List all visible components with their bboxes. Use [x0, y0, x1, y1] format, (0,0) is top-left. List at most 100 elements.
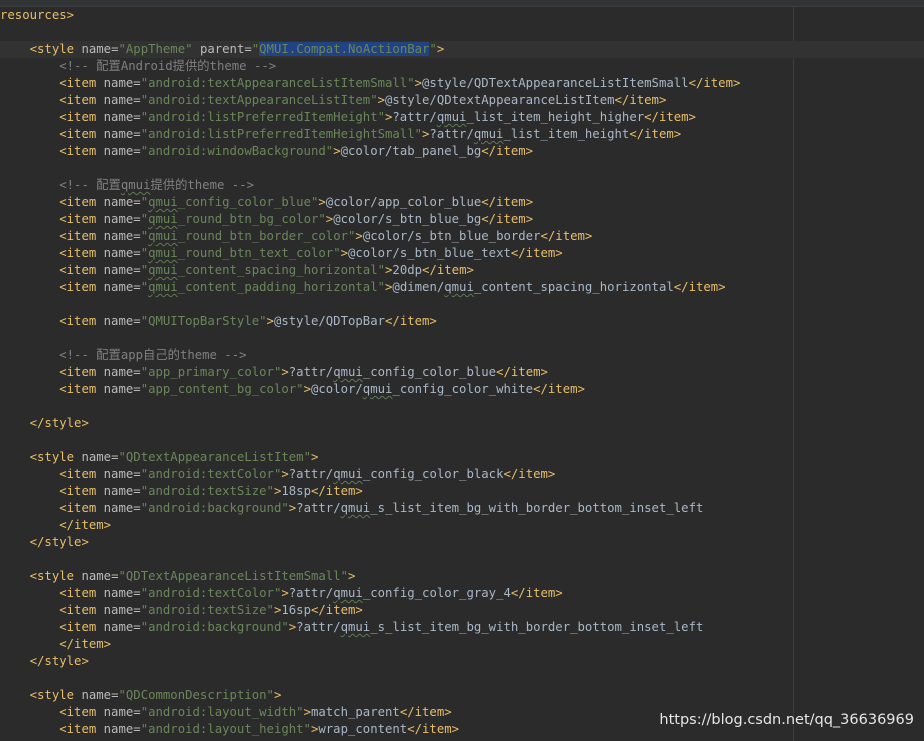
code-token-tag: <item: [59, 212, 104, 226]
code-line[interactable]: <item name="android:background">?attr/qm…: [0, 619, 924, 636]
code-line[interactable]: <item name="qmui_content_spacing_horizon…: [0, 262, 924, 279]
code-token-text: qmui: [444, 280, 474, 294]
code-line[interactable]: <!-- 配置qmui提供的theme -->: [0, 177, 924, 194]
code-line[interactable]: <item name="android:windowBackground">@c…: [0, 143, 924, 160]
editor-top-edge: [0, 0, 924, 7]
code-token-tag: </item>: [629, 127, 682, 141]
code-line[interactable]: <item name="android:textColor">?attr/qmu…: [0, 466, 924, 483]
code-token-tag: </item>: [59, 518, 112, 532]
code-token-val: _content_spacing_horizontal": [177, 263, 386, 277]
code-token-attr: name=: [103, 620, 141, 634]
code-token-tag: >: [414, 76, 423, 90]
selected-text: QMUI.Compat.NoActionBar: [259, 42, 430, 56]
code-token-attr: name=: [103, 365, 141, 379]
code-token-tag: </item>: [614, 93, 667, 107]
code-line[interactable]: </item>: [0, 636, 924, 653]
code-token-attr: name=: [103, 501, 141, 515]
code-line[interactable]: [0, 670, 924, 687]
code-token-text: @color/s_btn_blue_border: [362, 229, 541, 243]
code-token-comment: 提供的theme -->: [150, 178, 255, 192]
code-line[interactable]: <style name="QDCommonDescription">: [0, 687, 924, 704]
code-token-text: ?attr/: [288, 365, 334, 379]
code-line[interactable]: <item name="qmui_round_btn_border_color"…: [0, 228, 924, 245]
code-line[interactable]: </item>: [0, 517, 924, 534]
code-line[interactable]: <item name="app_primary_color">?attr/qmu…: [0, 364, 924, 381]
code-token-text: ?attr/: [288, 467, 334, 481]
code-line[interactable]: <style name="QDtextAppearanceListItem">: [0, 449, 924, 466]
code-line[interactable]: <item name="android:textAppearanceListIt…: [0, 92, 924, 109]
code-token-text: @color/s_btn_blue_bg: [333, 212, 482, 226]
code-line[interactable]: <item name="qmui_round_btn_bg_color">@co…: [0, 211, 924, 228]
code-token-tag: resources>: [0, 8, 75, 22]
code-line[interactable]: <item name="qmui_round_btn_text_color">@…: [0, 245, 924, 262]
code-token-val: "android:background": [140, 501, 289, 515]
code-token-attr: name=: [103, 127, 141, 141]
code-token-attr: name=: [103, 586, 141, 600]
code-line[interactable]: <item name="android:textSize">18sp</item…: [0, 483, 924, 500]
code-token-text: 18sp: [281, 484, 311, 498]
code-token-text: match_parent: [310, 705, 400, 719]
code-token-val: ": [429, 42, 437, 56]
code-line[interactable]: </style>: [0, 415, 924, 432]
code-line[interactable]: <item name="android:textColor">?attr/qmu…: [0, 585, 924, 602]
code-token-text: ?attr/: [296, 620, 341, 634]
code-token-attr: name=: [81, 42, 119, 56]
code-line[interactable]: [0, 432, 924, 449]
code-token-val: qmui: [148, 195, 178, 209]
code-line[interactable]: <style name="QDTextAppearanceListItemSma…: [0, 568, 924, 585]
code-line[interactable]: [0, 330, 924, 347]
code-token-tag: >: [281, 467, 289, 481]
code-line[interactable]: [0, 551, 924, 568]
code-line[interactable]: </style>: [0, 534, 924, 551]
code-token-tag: </item>: [481, 212, 534, 226]
code-line[interactable]: <item name="QMUITopBarStyle">@style/QDTo…: [0, 313, 924, 330]
code-token-tag: <style: [29, 450, 82, 464]
code-line[interactable]: <item name="android:background">?attr/qm…: [0, 500, 924, 517]
code-line[interactable]: <!-- 配置Android提供的theme -->: [0, 58, 924, 75]
code-token-text: _config_color_gray_4: [362, 586, 511, 600]
code-token-val: _round_btn_border_color": [177, 229, 356, 243]
code-token-tag: </item>: [510, 586, 563, 600]
code-token-val: ": [140, 195, 149, 209]
code-line[interactable]: resources>: [0, 7, 924, 24]
code-token-tag: >: [273, 688, 282, 702]
code-token-text: ?attr/: [429, 127, 474, 141]
code-line[interactable]: <item name="android:textAppearanceListIt…: [0, 75, 924, 92]
code-token-val: _config_color_blue": [177, 195, 319, 209]
code-line[interactable]: </style>: [0, 653, 924, 670]
code-token-tag: >: [348, 569, 356, 583]
code-token-comment: qmui: [120, 178, 151, 192]
code-line[interactable]: <item name="qmui_content_padding_horizon…: [0, 279, 924, 296]
code-line[interactable]: [0, 160, 924, 177]
code-token-attr: name=: [103, 314, 141, 328]
code-token-attr: name=: [103, 280, 141, 294]
code-token-text: _s_list_item_bg_with_border_bottom_inset…: [370, 620, 704, 634]
code-token-text: qmui: [333, 365, 363, 379]
code-line[interactable]: [0, 24, 924, 41]
code-line[interactable]: [0, 296, 924, 313]
code-line[interactable]: <item name="android:listPreferredItemHei…: [0, 109, 924, 126]
code-token-attr: name=: [103, 76, 141, 90]
code-token-text: @dimen/: [392, 280, 445, 294]
code-token-val: "QDTextAppearanceListItemSmall": [118, 569, 348, 583]
code-line[interactable]: <item name="qmui_config_color_blue">@col…: [0, 194, 924, 211]
code-token-text: qmui: [362, 382, 393, 396]
code-token-tag: <item: [59, 722, 104, 736]
code-line[interactable]: <!-- 配置app自己的theme -->: [0, 347, 924, 364]
code-token-tag: <style: [29, 688, 82, 702]
code-line[interactable]: <style name="AppTheme" parent= "QMUI.Comp…: [0, 41, 924, 58]
code-line[interactable]: <item name="android:textSize">16sp</item…: [0, 602, 924, 619]
code-token-val: qmui: [148, 212, 178, 226]
code-line[interactable]: <item name="android:listPreferredItemHei…: [0, 126, 924, 143]
code-token-attr: name=: [103, 263, 141, 277]
code-token-val: "android:textAppearanceListItemSmall": [140, 76, 415, 90]
code-token-text: _config_color_black: [362, 467, 504, 481]
code-token-tag: </item>: [496, 365, 548, 379]
code-line[interactable]: <item name="app_content_bg_color">@color…: [0, 381, 924, 398]
code-line[interactable]: [0, 398, 924, 415]
code-token-val: ": [140, 212, 149, 226]
code-editor[interactable]: resources> <style name="AppTheme" parent…: [0, 0, 924, 741]
